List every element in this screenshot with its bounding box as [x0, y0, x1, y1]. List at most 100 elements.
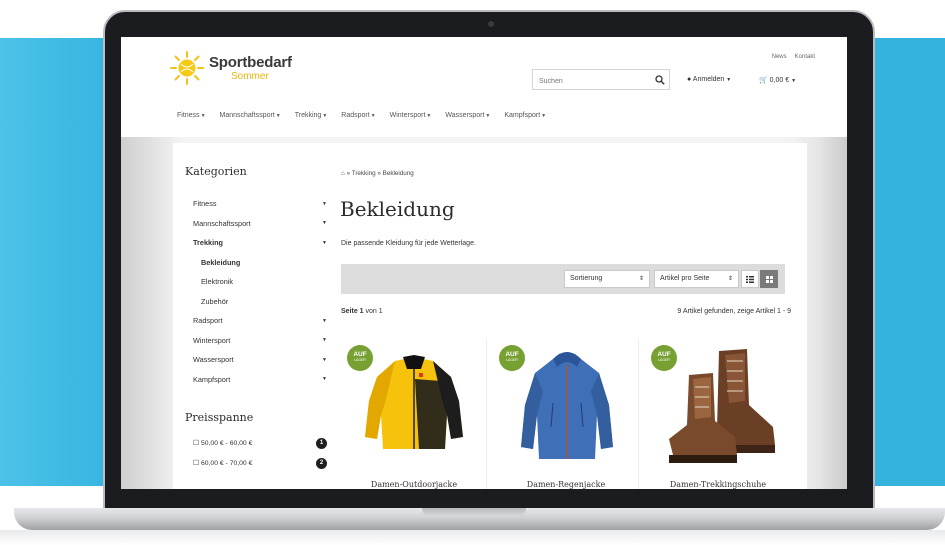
sidebar-item-wassersport[interactable]: Wassersport ▼ [185, 350, 331, 370]
product-card[interactable]: AUF LAGER Damen-Regenjacke [493, 337, 639, 489]
home-icon[interactable]: ⌂ [341, 170, 345, 177]
sun-logo-icon [170, 51, 204, 85]
sidebar-item-kampfsport[interactable]: Kampfsport ▼ [185, 370, 331, 390]
logo[interactable]: Sportbedarf Sommer [169, 50, 319, 86]
product-card[interactable]: AUF LAGER Damen-Trekkingschuhe [645, 337, 791, 489]
chevron-down-icon[interactable]: ▼ [322, 240, 327, 246]
chevron-down-icon[interactable]: ▼ [322, 337, 327, 343]
chevron-down-icon: ▼ [726, 77, 732, 83]
page-description: Die passende Kleidung für jede Wetterlag… [341, 240, 476, 247]
sidebar-item-elektronik[interactable]: Elektronik [185, 272, 331, 292]
checkbox-icon[interactable]: ☐ [193, 460, 199, 467]
per-page-select[interactable]: Artikel pro Seite ⇕ [654, 270, 739, 288]
yellow-jacket-image[interactable] [355, 349, 473, 461]
breadcrumb-path[interactable]: » Trekking » Bekleidung [347, 170, 414, 177]
blue-jacket-image[interactable] [515, 343, 619, 463]
nav-item-wassersport[interactable]: Wassersport▼ [445, 112, 490, 119]
sidebar-item-mannschaftssport[interactable]: Mannschaftssport ▼ [185, 214, 331, 234]
breadcrumb: ⌂ » Trekking » Bekleidung [341, 170, 414, 177]
nav-label: Fitness [177, 112, 200, 119]
per-page-label: Artikel pro Seite [660, 275, 710, 282]
nav-label: Wassersport [445, 112, 485, 119]
cart-icon: 🛒 [759, 77, 768, 84]
list-view-button[interactable] [741, 270, 759, 288]
chevron-down-icon[interactable]: ▼ [322, 220, 327, 226]
sidebar-heading: Kategorien [185, 165, 247, 178]
page-title: Bekleidung [340, 197, 455, 221]
sidebar-item-label: Wassersport [193, 355, 234, 365]
toolbar: Sortierung ⇕ Artikel pro Seite ⇕ [341, 264, 785, 294]
count-badge: 2 [316, 457, 327, 469]
count-badge: 1 [316, 437, 327, 449]
top-link-news[interactable]: News [772, 54, 787, 60]
chevron-down-icon[interactable]: ▼ [322, 357, 327, 363]
sidebar-item-label: Elektronik [201, 277, 234, 287]
nav-item-fitness[interactable]: Fitness▼ [177, 112, 206, 119]
sidebar-item-zubehoer[interactable]: Zubehör [185, 292, 331, 312]
chevron-down-icon: ▼ [275, 113, 281, 119]
product-name[interactable]: Damen-Regenjacke [493, 480, 639, 489]
sidebar-item-fitness[interactable]: Fitness ▼ [185, 194, 331, 214]
main-nav: Fitness▼ Mannschaftssport▼ Trekking▼ Rad… [177, 112, 546, 119]
select-arrows-icon: ⇕ [638, 276, 644, 282]
product-name[interactable]: Damen-Trekkingschuhe [645, 480, 791, 489]
product-grid: AUF LAGER Damen-Outdoorjacke AUF LAGER D… [341, 337, 791, 489]
search-icon [655, 74, 665, 85]
sidebar-item-label: Trekking [193, 238, 224, 248]
account-menu[interactable]: ● Anmelden ▼ [687, 76, 731, 83]
chevron-down-icon: ▼ [322, 113, 328, 119]
base-shadow [0, 530, 945, 545]
category-list: Fitness ▼ Mannschaftssport ▼ Trekking ▼ Bek… [185, 194, 331, 389]
chevron-down-icon[interactable]: ▼ [322, 201, 327, 207]
hiking-boots-image[interactable] [659, 345, 783, 467]
checkbox-icon[interactable]: ☐ [193, 440, 199, 447]
price-filter-label: 50,00 € - 60,00 € [200, 440, 253, 447]
sidebar-item-wintersport[interactable]: Wintersport ▼ [185, 331, 331, 351]
nav-item-kampfsport[interactable]: Kampfsport▼ [504, 112, 546, 119]
sidebar-item-label: Kampfsport [193, 374, 231, 384]
sidebar-item-label: Fitness [193, 199, 217, 209]
sidebar-item-label: Wintersport [193, 335, 231, 345]
page-number: Seite 1 [341, 308, 364, 315]
select-arrows-icon: ⇕ [727, 276, 733, 282]
sidebar-item-bekleidung[interactable]: Bekleidung [185, 253, 331, 273]
sidebar-item-label: Mannschaftssport [193, 218, 251, 228]
page-total: von 1 [365, 308, 383, 315]
price-filter-item[interactable]: ☐ 60,00 € - 70,00 € 2 [185, 453, 331, 473]
chevron-down-icon[interactable]: ▼ [322, 318, 327, 324]
chevron-down-icon: ▼ [791, 78, 797, 84]
search-input[interactable] [533, 72, 669, 91]
nav-label: Kampfsport [504, 112, 541, 119]
nav-label: Trekking [294, 112, 322, 119]
sidebar-item-trekking[interactable]: Trekking ▼ [185, 233, 331, 253]
price-filter-item[interactable]: ☐ 50,00 € - 60,00 € 1 [185, 433, 331, 453]
grid-view-button[interactable] [760, 270, 778, 288]
sidebar-item-label: Bekleidung [201, 257, 241, 267]
list-view-icon [746, 275, 754, 283]
price-filter-label: 60,00 € - 70,00 € [200, 460, 253, 467]
chevron-down-icon[interactable]: ▼ [322, 376, 327, 382]
sort-select[interactable]: Sortierung ⇕ [564, 270, 650, 288]
sidebar: Kategorien Fitness ▼ Mannschaftssport ▼ Tr… [185, 165, 331, 473]
nav-item-radsport[interactable]: Radsport▼ [341, 112, 375, 119]
nav-label: Radsport [341, 112, 370, 119]
product-name[interactable]: Damen-Outdoorjacke [341, 480, 487, 489]
nav-item-trekking[interactable]: Trekking▼ [295, 112, 328, 119]
logo-subtitle: Sommer [231, 71, 269, 82]
camera-icon [488, 21, 494, 27]
sidebar-item-label: Zubehör [201, 296, 229, 306]
nav-item-wintersport[interactable]: Wintersport▼ [390, 112, 432, 119]
top-link-kontakt[interactable]: Kontakt [795, 54, 815, 60]
account-label: Anmelden [692, 76, 725, 83]
nav-item-mannschaftssport[interactable]: Mannschaftssport▼ [220, 112, 281, 119]
product-card[interactable]: AUF LAGER Damen-Outdoorjacke [341, 337, 487, 489]
chevron-down-icon: ▼ [370, 113, 376, 119]
laptop-screen: News Kontakt Sportbedarf Sommer ● Anmeld… [121, 37, 847, 489]
chevron-down-icon: ▼ [541, 113, 547, 119]
backdrop-highlight [0, 38, 120, 486]
sidebar-item-label: Radsport [193, 316, 223, 326]
sidebar-item-radsport[interactable]: Radsport ▼ [185, 311, 331, 331]
price-heading: Preisspanne [185, 411, 254, 424]
cart-menu[interactable]: 🛒 0,00 € ▼ [759, 76, 796, 84]
search-button[interactable] [650, 69, 670, 90]
